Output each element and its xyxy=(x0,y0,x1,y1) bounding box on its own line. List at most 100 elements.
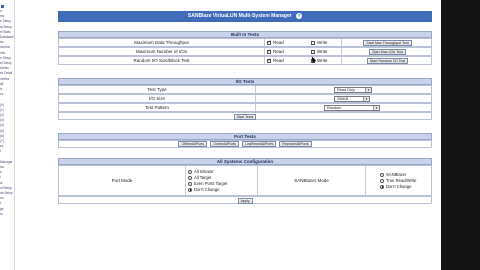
sidebar-item[interactable]: ail xyxy=(0,82,3,86)
read-checkbox[interactable] xyxy=(267,57,271,63)
button-cell: Start Random I/O Test xyxy=(341,57,433,64)
read-checkbox[interactable] xyxy=(267,39,271,45)
option-label: All Initiator xyxy=(194,169,214,174)
radio-button[interactable] xyxy=(188,169,192,174)
port-tests-header: Port Tests xyxy=(58,133,432,140)
builtin-row-throughput: Maximum Data Throughput Read Write Start… xyxy=(58,38,432,47)
sidebar-item[interactable]: ion xyxy=(0,165,4,169)
sidebar-item[interactable]: Info xyxy=(0,51,5,55)
start-max-throughput-button[interactable]: Start Max Throughput Test xyxy=(363,39,412,46)
sidebar-item[interactable]: (7) xyxy=(0,139,4,143)
builtin-row-random-io: Random I/O Size/Block Test Read Write St… xyxy=(58,56,432,65)
sidebar-item[interactable]: tor xyxy=(0,40,4,44)
row-label: Maximum Number of I/Os xyxy=(135,49,188,54)
read-checkbox-cell[interactable]: Read xyxy=(264,39,309,46)
sidebar-item[interactable]: vertise xyxy=(0,77,9,81)
sidebar-item[interactable]: ix xyxy=(0,87,2,91)
builtin-row-max-ios: Maximum Number of I/Os Read Write Start … xyxy=(58,47,432,56)
radio-button[interactable] xyxy=(380,184,384,189)
sidebar-item[interactable]: (5) xyxy=(0,129,4,133)
sidebar-item[interactable]: s xyxy=(0,9,2,13)
sidebar-item[interactable]: sk Detail xyxy=(0,71,12,75)
chevron-down-icon: ▾ xyxy=(365,87,371,92)
radio-button[interactable] xyxy=(380,178,384,183)
read-checkbox-cell[interactable]: Read xyxy=(264,57,309,64)
sidebar-item[interactable]: nection xyxy=(0,45,10,49)
sidebar-item[interactable]: s xyxy=(0,170,2,174)
radio-button[interactable] xyxy=(188,187,192,192)
sidebar-item[interactable]: es xyxy=(0,144,3,148)
write-checkbox[interactable] xyxy=(311,49,315,54)
row-label: Maximum Data Throughput xyxy=(134,40,189,45)
sanblazer-option-dont-change[interactable]: Don't Change xyxy=(380,184,411,190)
write-checkbox[interactable] xyxy=(311,40,315,45)
io-start-row: Start Tests xyxy=(58,112,432,120)
button-cell: Start Max I/O# Test xyxy=(341,48,433,55)
sidebar-item[interactable]: Admin xyxy=(0,66,9,70)
io-size-select[interactable]: 256KB ▾ xyxy=(334,95,370,102)
port-mode-option-dont-change[interactable]: Don't Change xyxy=(188,187,219,193)
read-checkbox[interactable] xyxy=(267,48,271,54)
sidebar-item[interactable]: al Setup xyxy=(0,25,12,29)
write-checkbox-cell[interactable]: Write xyxy=(309,39,341,46)
sidebar-item[interactable]: de Setup xyxy=(0,191,13,195)
read-label: Read xyxy=(273,40,284,45)
test-type-select[interactable]: Read Only ▾ xyxy=(334,86,372,93)
start-random-io-button[interactable]: Start Random I/O Test xyxy=(366,57,409,64)
offline-all-ports-button[interactable]: OfflineAllPorts xyxy=(178,141,208,147)
link-reset-all-ports-button[interactable]: LinkResetAllPorts xyxy=(241,141,277,147)
sidebar-item[interactable]: t xyxy=(0,201,1,205)
button-cell: Start Max Throughput Test xyxy=(341,39,433,46)
sidebar-item[interactable]: ox xyxy=(0,92,3,96)
sidebar-item[interactable]: (1) xyxy=(0,108,4,112)
row-label: Random I/O Size/Block Test xyxy=(133,58,190,63)
all-systems-config-row: Port Mode All Initiator All Target Even … xyxy=(58,165,432,196)
sidebar-item[interactable]: (6) xyxy=(0,134,4,138)
option-label: Don't Change xyxy=(194,187,220,192)
select-cell: 256KB ▾ xyxy=(255,95,433,102)
all-systems-config-header: All Systems Configuration xyxy=(58,158,432,165)
online-all-ports-button[interactable]: OnlineAllPorts xyxy=(210,141,239,147)
sidebar-item[interactable]: Manager xyxy=(0,160,13,164)
sidebar-item[interactable]: (4) xyxy=(0,123,4,127)
sidebar-item[interactable]: ld Setup xyxy=(0,186,12,190)
apply-button[interactable]: Apply xyxy=(237,197,253,204)
sidebar-bullet-icon xyxy=(1,5,4,8)
start-tests-button[interactable]: Start Tests xyxy=(233,113,257,120)
row-label: Test Type xyxy=(147,87,167,92)
select-value: 256KB xyxy=(337,96,349,101)
select-cell: Read Only ▾ xyxy=(255,86,433,93)
help-icon[interactable]: ? xyxy=(296,12,303,19)
chevron-down-icon: ▾ xyxy=(373,105,379,110)
reprobe-all-ports-button[interactable]: ReprobeAllPorts xyxy=(279,141,312,147)
write-checkbox-cell[interactable]: Write xyxy=(309,48,341,55)
sidebar-item[interactable]: (3) xyxy=(0,118,4,122)
read-label: Read xyxy=(273,49,284,54)
radio-button[interactable] xyxy=(188,175,192,180)
sidebar-item[interactable]: ge xyxy=(0,207,4,211)
sidebar-item[interactable]: el Stats xyxy=(0,30,11,34)
test-pattern-select[interactable]: Random ▾ xyxy=(324,104,380,111)
chevron-down-icon: ▾ xyxy=(363,96,369,101)
sidebar-item[interactable]: l xyxy=(0,175,1,179)
sidebar-item[interactable]: n Setup xyxy=(0,56,11,60)
sidebar-item[interactable]: ms xyxy=(0,14,4,18)
sidebar-item[interactable]: rs xyxy=(0,212,3,216)
built-in-tests-header: Built In Tests xyxy=(58,31,432,38)
radio-button[interactable] xyxy=(380,172,384,177)
sidebar-item[interactable]: Database xyxy=(0,35,14,39)
sidebar-item[interactable]: (2) xyxy=(0,113,4,117)
sidebar-item[interactable]: st Setup xyxy=(0,61,12,65)
read-checkbox-cell[interactable]: Read xyxy=(264,48,309,55)
port-mode-options: All Initiator All Target Even Ports Targ… xyxy=(185,166,257,195)
sidebar-item[interactable]: rm xyxy=(0,196,4,200)
read-label: Read xyxy=(273,58,284,63)
page-title-bar: SANBlaze VirtuaLUN Multi-System Manager … xyxy=(58,11,432,22)
radio-button[interactable] xyxy=(188,181,192,186)
start-max-io-button[interactable]: Start Max I/O# Test xyxy=(369,48,406,55)
sidebar-item[interactable]: ts xyxy=(0,181,2,185)
select-cell: Random ▾ xyxy=(255,104,433,111)
sidebar-item[interactable]: e Setup xyxy=(0,19,11,23)
sidebar-item[interactable]: (0) xyxy=(0,103,4,107)
sidebar-item[interactable]: t xyxy=(0,149,1,153)
